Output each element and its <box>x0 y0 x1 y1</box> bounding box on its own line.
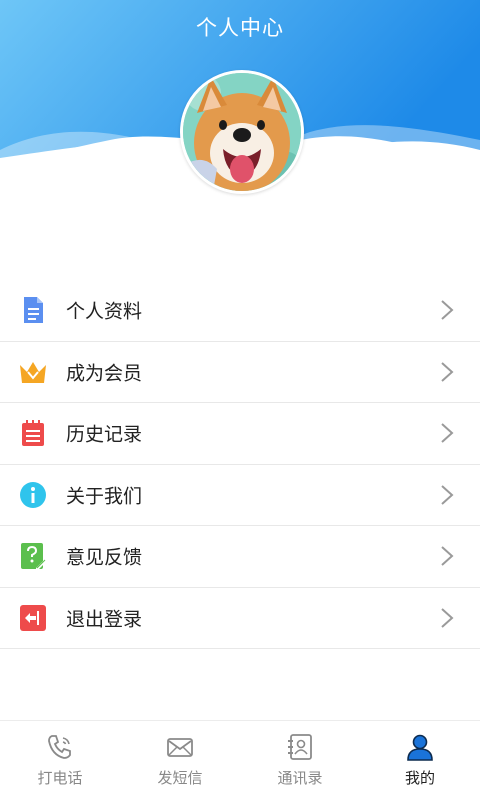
tab-call[interactable]: 打电话 <box>0 721 120 800</box>
menu-item-history[interactable]: 历史记录 <box>0 403 480 465</box>
logout-icon <box>20 604 46 631</box>
chevron-right-icon <box>441 362 454 382</box>
menu-item-label: 历史记录 <box>66 423 143 446</box>
person-icon <box>407 734 433 761</box>
chevron-right-icon <box>441 300 454 320</box>
phone-icon <box>48 735 71 759</box>
menu-item-label: 成为会员 <box>66 362 143 385</box>
menu-item-label: 意见反馈 <box>66 546 143 569</box>
tab-label: 通讯录 <box>277 769 323 787</box>
profile-page: 个人中心 个人资料 成为会员 历史记录 关于我们 意见反馈 退出登录 打电话 发… <box>0 0 480 800</box>
chevron-right-icon <box>441 608 454 628</box>
menu-item-label: 个人资料 <box>66 300 143 323</box>
chevron-right-icon <box>441 546 454 566</box>
info-icon <box>20 481 46 508</box>
menu-item-logout[interactable]: 退出登录 <box>0 588 480 649</box>
menu-list: 个人资料 成为会员 历史记录 关于我们 意见反馈 退出登录 <box>0 280 480 649</box>
menu-item-profile[interactable]: 个人资料 <box>0 280 480 342</box>
tab-label: 打电话 <box>37 769 83 787</box>
notebook-icon <box>22 420 44 447</box>
tab-sms[interactable]: 发短信 <box>120 721 240 800</box>
envelope-icon <box>167 738 193 757</box>
menu-item-feedback[interactable]: 意见反馈 <box>0 526 480 588</box>
menu-item-label: 退出登录 <box>66 608 143 631</box>
contacts-icon <box>288 734 312 760</box>
dog-avatar-image <box>183 73 301 191</box>
menu-item-about[interactable]: 关于我们 <box>0 465 480 526</box>
feedback-icon <box>21 543 47 571</box>
menu-item-membership[interactable]: 成为会员 <box>0 342 480 403</box>
avatar[interactable] <box>180 70 304 194</box>
crown-icon <box>20 361 46 383</box>
bottom-tab-bar: 打电话 发短信 通讯录 我的 <box>0 720 480 800</box>
page-title: 个人中心 <box>196 16 284 40</box>
tab-label: 发短信 <box>157 769 203 787</box>
tab-mine[interactable]: 我的 <box>360 721 480 800</box>
chevron-right-icon <box>441 485 454 505</box>
chevron-right-icon <box>441 423 454 443</box>
document-icon <box>24 297 43 324</box>
tab-contacts[interactable]: 通讯录 <box>240 721 360 800</box>
menu-item-label: 关于我们 <box>66 485 143 508</box>
tab-label: 我的 <box>404 769 435 787</box>
